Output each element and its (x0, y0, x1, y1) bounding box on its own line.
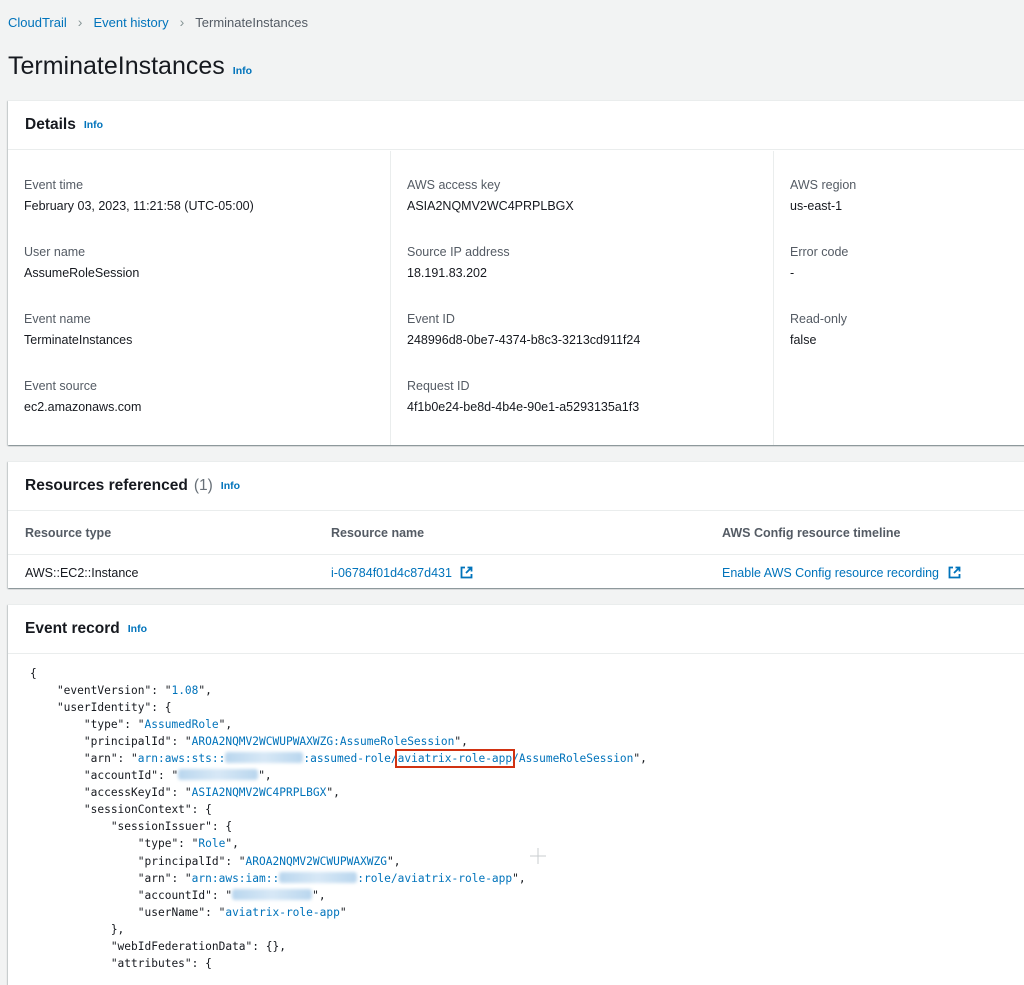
breadcrumb: CloudTrail › Event history › TerminateIn… (8, 14, 308, 30)
resource-name-link[interactable]: i-06784f01d4c87d431 (331, 566, 452, 580)
table-header-row: Resource type Resource name AWS Config r… (8, 512, 1024, 555)
field-value: TerminateInstances (24, 333, 133, 347)
resources-table: Resource type Resource name AWS Config r… (8, 512, 1024, 591)
column-header-resource-name[interactable]: Resource name (314, 526, 705, 540)
json-issuer-type: Role (198, 837, 226, 851)
field-value: AssumeRoleSession (24, 266, 140, 280)
event-record-info-link[interactable]: Info (128, 623, 147, 635)
field-aws-access-key: AWS access key ASIA2NQMV2WC4PRPLBGX (407, 178, 574, 213)
field-value: 4f1b0e24-be8d-4b4e-90e1-a5293135a1f3 (407, 400, 640, 414)
column-header-resource-type[interactable]: Resource type (8, 526, 314, 540)
details-column-2: AWS access key ASIA2NQMV2WC4PRPLBGX Sour… (390, 151, 773, 445)
json-type: AssumedRole (144, 718, 219, 732)
details-title: Details (25, 116, 76, 133)
json-arn-suffix: /AssumeRoleSession (512, 752, 634, 766)
field-value: February 03, 2023, 11:21:58 (UTC-05:00) (24, 199, 254, 213)
field-value: ec2.amazonaws.com (24, 400, 142, 414)
json-arn-prefix: arn:aws:sts:: (137, 752, 226, 766)
redacted-account-id (178, 769, 259, 781)
page-info-link[interactable]: Info (233, 65, 252, 77)
resources-panel: Resources referenced (1) Info Resource t… (8, 461, 1024, 588)
json-issuer-arn-suffix: :role/aviatrix-role-app (357, 871, 513, 885)
highlighted-role-name: aviatrix-role-app (394, 749, 516, 769)
resources-info-link[interactable]: Info (221, 480, 240, 492)
details-panel: Details Info Event time February 03, 202… (8, 100, 1024, 445)
redacted-account-id (279, 871, 358, 883)
cell-resource-name: i-06784f01d4c87d431 (314, 566, 705, 580)
redacted-account-id (232, 888, 313, 900)
breadcrumb-current: TerminateInstances (195, 14, 308, 30)
field-value: - (790, 266, 795, 280)
field-source-ip: Source IP address 18.191.83.202 (407, 245, 510, 280)
field-event-source: Event source ec2.amazonaws.com (24, 379, 141, 414)
details-grid: Event time February 03, 2023, 11:21:58 (… (8, 151, 1024, 445)
column-header-config-timeline[interactable]: AWS Config resource timeline (705, 526, 901, 540)
cell-config-timeline: Enable AWS Config resource recording (705, 566, 961, 580)
field-label: Event name (24, 312, 91, 326)
field-label: Read-only (790, 312, 847, 326)
chevron-right-icon: › (179, 14, 185, 30)
field-label: Source IP address (407, 245, 510, 259)
json-issuer-principal-id: AROA2NQMV2WCWUPWAXWZG (245, 854, 387, 868)
cell-resource-type: AWS::EC2::Instance (25, 566, 139, 580)
field-label: Event ID (407, 312, 455, 326)
resources-count: (1) (193, 477, 213, 494)
resources-title: Resources referenced (25, 477, 188, 494)
enable-config-recording-link[interactable]: Enable AWS Config resource recording (722, 566, 939, 580)
event-record-panel: Event record Info { "eventVersion": "1.0… (8, 604, 1024, 985)
json-event-version: 1.08 (171, 684, 199, 698)
field-value: ASIA2NQMV2WC4PRPLBGX (407, 199, 574, 213)
resources-header: Resources referenced (1) Info (8, 462, 1024, 511)
json-issuer-arn-prefix: arn:aws:iam:: (191, 871, 280, 885)
external-link-icon[interactable] (460, 566, 473, 579)
breadcrumb-cloudtrail[interactable]: CloudTrail (8, 15, 67, 30)
field-error-code: Error code - (790, 245, 848, 280)
json-arn-mid: :assumed-role/ (303, 752, 398, 766)
field-label: Request ID (407, 379, 470, 393)
chevron-right-icon: › (77, 14, 83, 30)
details-info-link[interactable]: Info (84, 119, 103, 131)
field-read-only: Read-only false (790, 312, 847, 347)
field-value: 248996d8-0be7-4374-b8c3-3213cd911f24 (407, 333, 641, 347)
json-principal-id: AROA2NQMV2WCWUPWAXWZG:AssumeRoleSession (191, 735, 455, 749)
field-label: AWS access key (407, 178, 501, 192)
field-label: AWS region (790, 178, 857, 192)
field-value: false (790, 333, 817, 347)
json-access-key-id: ASIA2NQMV2WC4PRPLBGX (191, 786, 327, 800)
event-record-json: { "eventVersion": "1.08", "userIdentity"… (30, 667, 647, 970)
field-value: us-east-1 (790, 199, 843, 213)
field-user-name: User name AssumeRoleSession (24, 245, 139, 280)
json-web-id-federation: {} (265, 939, 280, 953)
field-event-name: Event name TerminateInstances (24, 312, 132, 347)
json-issuer-user-name: aviatrix-role-app (225, 905, 340, 919)
details-column-3: AWS region us-east-1 Error code - Read-o… (773, 151, 1024, 445)
field-value: 18.191.83.202 (407, 266, 487, 280)
event-record-header: Event record Info (8, 605, 1024, 654)
field-event-id: Event ID 248996d8-0be7-4374-b8c3-3213cd9… (407, 312, 640, 347)
details-column-1: Event time February 03, 2023, 11:21:58 (… (8, 151, 390, 445)
crosshair-cursor-icon (530, 848, 546, 864)
table-row: AWS::EC2::Instance i-06784f01d4c87d431 E… (8, 555, 1024, 591)
event-record-title: Event record (25, 620, 120, 637)
details-header: Details Info (8, 101, 1024, 150)
field-event-time: Event time February 03, 2023, 11:21:58 (… (24, 178, 254, 213)
page-title-text: TerminateInstances (8, 52, 225, 80)
field-aws-region: AWS region us-east-1 (790, 178, 856, 213)
breadcrumb-event-history[interactable]: Event history (93, 15, 168, 30)
field-label: Event source (24, 379, 97, 393)
field-label: Event time (24, 178, 84, 192)
field-label: Error code (790, 245, 849, 259)
redacted-account-id (225, 752, 304, 764)
field-request-id: Request ID 4f1b0e24-be8d-4b4e-90e1-a5293… (407, 379, 639, 414)
field-label: User name (24, 245, 86, 259)
page-title: TerminateInstances Info (8, 52, 252, 81)
external-link-icon[interactable] (948, 566, 961, 579)
